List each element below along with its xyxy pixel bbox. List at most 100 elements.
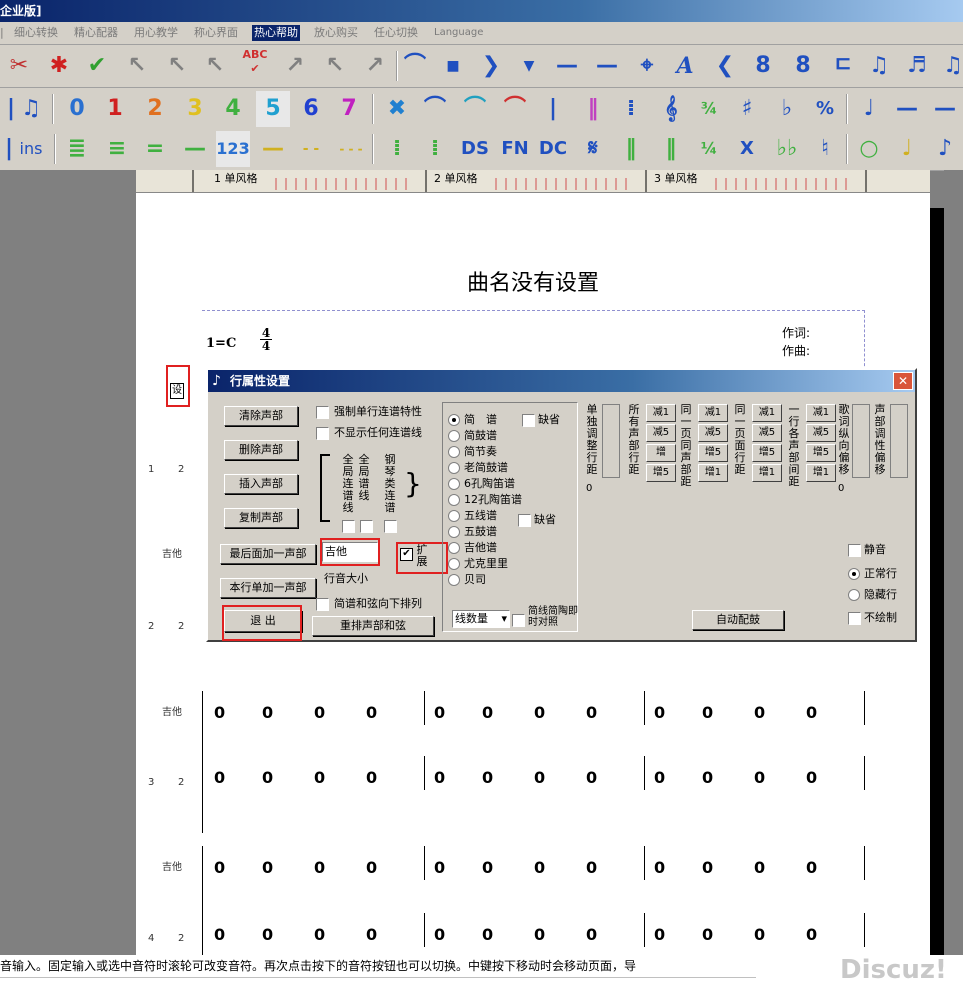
accent-icon[interactable]: ❯ — [474, 48, 508, 84]
hide-lines-checkbox[interactable] — [316, 427, 329, 440]
rest-note[interactable]: 0 — [754, 703, 765, 722]
digit-0-button[interactable]: 0 — [60, 91, 94, 127]
inc1-button[interactable]: 增1 — [806, 464, 836, 482]
rest-note[interactable]: 0 — [482, 858, 493, 877]
inc5-button[interactable]: 增5 — [698, 444, 728, 462]
cut-icon[interactable]: ✂ — [2, 48, 36, 84]
double-sharp-button[interactable]: X — [730, 131, 764, 167]
rest-note[interactable]: 0 — [806, 768, 817, 787]
digit-3-button[interactable]: 3 — [178, 91, 212, 127]
move-note-icon[interactable]: ↖ — [120, 48, 154, 84]
rest-note[interactable]: 0 — [806, 858, 817, 877]
three-lines-icon[interactable]: ≡ — [100, 131, 134, 167]
rest-note[interactable]: 0 — [434, 768, 445, 787]
crosshair-icon[interactable]: ⌖ — [630, 48, 664, 84]
digit-2-button[interactable]: 2 — [138, 91, 172, 127]
line-count-select[interactable]: 线数量 ▾ — [452, 610, 510, 628]
delete-icon[interactable]: ✱ — [42, 48, 76, 84]
rest-note[interactable]: 0 — [482, 703, 493, 722]
repeat-bar-icon[interactable]: ⁞ — [614, 91, 648, 127]
rest-note[interactable]: 0 — [214, 703, 225, 722]
add-row-voice-button[interactable]: 本行单加一声部 — [220, 578, 316, 598]
tuplet-icon[interactable]: ㄷ — [826, 48, 860, 84]
measure-ruler[interactable]: 1 单风格 2 单风格 3 单风格 — [136, 170, 930, 193]
menu-item-interface[interactable]: 称心界面 — [194, 25, 238, 41]
eighth-notes-icon[interactable]: ♫ — [862, 48, 896, 84]
sixteenth-icon[interactable]: ♬ — [900, 48, 934, 84]
rest-note[interactable]: 0 — [586, 925, 597, 944]
rest-note[interactable]: 0 — [366, 925, 377, 944]
rest-note[interactable]: 0 — [654, 858, 665, 877]
time-sig-icon[interactable]: ¾ — [692, 91, 726, 127]
one-line-icon[interactable]: — — [178, 131, 212, 167]
staccato-icon[interactable]: ▼ — [512, 48, 546, 84]
mute-checkbox[interactable] — [848, 544, 861, 557]
notation-radio[interactable] — [448, 494, 460, 506]
inc1-button[interactable]: 增1 — [698, 464, 728, 482]
bold-bar-icon[interactable]: ‖ — [614, 131, 648, 167]
move-note-2-icon[interactable]: ↖ — [160, 48, 194, 84]
dec1-button[interactable]: 减1 — [752, 404, 782, 422]
quarter-note-2-icon[interactable]: ♩ — [890, 131, 924, 167]
repeat-start-icon[interactable]: ⁞ — [380, 131, 414, 167]
inc5-button[interactable]: 增5 — [646, 464, 676, 482]
normal-radio[interactable] — [848, 568, 860, 580]
numbered-mode-button[interactable]: 123 — [216, 131, 250, 167]
default-checkbox-2[interactable] — [518, 514, 531, 527]
rest-note[interactable]: 0 — [366, 703, 377, 722]
move-note-5-icon[interactable]: ↖ — [318, 48, 352, 84]
rest-note[interactable]: 0 — [314, 703, 325, 722]
decrescendo-icon[interactable]: ❮ — [708, 48, 742, 84]
percent-icon[interactable]: % — [808, 91, 842, 127]
rest-note[interactable]: 0 — [806, 703, 817, 722]
rest-note[interactable]: 0 — [754, 768, 765, 787]
full-staff-checkbox[interactable] — [360, 520, 373, 533]
menu-item-convert[interactable]: 细心转换 — [14, 25, 58, 41]
fermata-icon[interactable]: ⌒ — [398, 48, 432, 84]
rest-note[interactable]: 0 — [314, 858, 325, 877]
dec1-button[interactable]: 减1 — [646, 404, 676, 422]
repeat-end-icon[interactable]: ⁞ — [418, 131, 452, 167]
eighth-note-icon[interactable]: ♪ — [928, 131, 962, 167]
line-icon[interactable]: — — [590, 48, 624, 84]
jianpu-chord-checkbox[interactable] — [316, 598, 329, 611]
segno-icon[interactable]: 𝄋 — [576, 131, 610, 167]
menu-item-help[interactable]: 热心帮助 — [252, 25, 300, 41]
notation-radio[interactable] — [448, 542, 460, 554]
rest-note[interactable]: 0 — [214, 858, 225, 877]
move-note-3-icon[interactable]: ↖ — [198, 48, 232, 84]
remove-voice-icon[interactable]: 8 — [786, 48, 820, 84]
more-notes-icon[interactable]: ♫ — [936, 48, 963, 84]
dot-icon[interactable]: ■ — [436, 48, 470, 84]
four-lines-icon[interactable]: ≣ — [60, 131, 94, 167]
inc1-button[interactable]: 增1 — [752, 464, 782, 482]
delete-voice-button[interactable]: 删除声部 — [224, 440, 298, 460]
digit-1-button[interactable]: 1 — [98, 91, 132, 127]
inc5-button[interactable]: 增5 — [806, 444, 836, 462]
rest-note[interactable]: 0 — [214, 768, 225, 787]
rest-note[interactable]: 0 — [754, 858, 765, 877]
notation-radio[interactable] — [448, 446, 460, 458]
flat-icon[interactable]: ♭ — [770, 91, 804, 127]
double-bar-icon[interactable]: ‖ — [576, 91, 610, 127]
whole-line-icon[interactable]: — — [928, 91, 962, 127]
notation-radio[interactable] — [448, 510, 460, 522]
rest-note[interactable]: 0 — [586, 858, 597, 877]
notation-radio[interactable] — [448, 478, 460, 490]
menu-item-teach[interactable]: 用心教学 — [134, 25, 178, 41]
dc-button[interactable]: DC — [536, 131, 570, 167]
beam-notes-icon[interactable]: ♫ — [14, 91, 48, 127]
check-icon[interactable]: ✔ — [80, 48, 114, 84]
move-note-4-icon[interactable]: ↗ — [278, 48, 312, 84]
clear-voice-button[interactable]: 清除声部 — [224, 406, 298, 426]
dash-2-icon[interactable]: - - — [294, 131, 328, 167]
rest-note[interactable]: 0 — [314, 768, 325, 787]
spellcheck-icon[interactable]: ABC ✔ — [238, 48, 272, 84]
rest-note[interactable]: 0 — [534, 925, 545, 944]
dash-3-icon[interactable]: - - - — [334, 131, 368, 167]
double-flat-icon[interactable]: ♭♭ — [770, 131, 804, 167]
half-line-icon[interactable]: — — [890, 91, 924, 127]
rest-note[interactable]: 0 — [702, 768, 713, 787]
notation-radio[interactable] — [448, 430, 460, 442]
rest-note[interactable]: 0 — [434, 703, 445, 722]
